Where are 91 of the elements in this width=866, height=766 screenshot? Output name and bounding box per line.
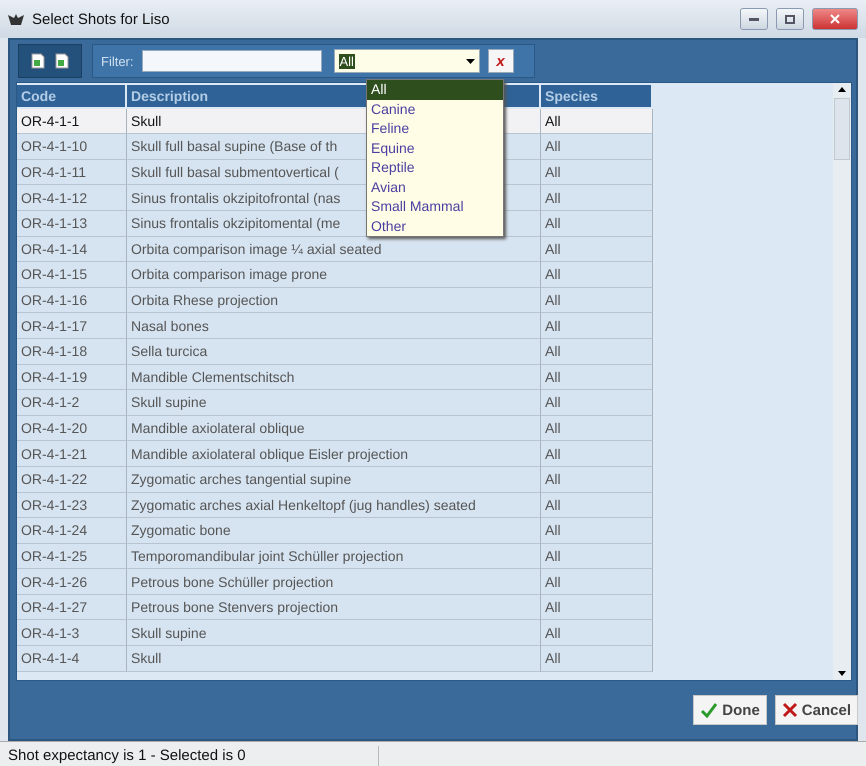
table-cell[interactable]: OR-4-1-2 (17, 390, 127, 416)
done-button[interactable]: Done (693, 695, 767, 725)
column-header[interactable]: Species (541, 85, 653, 107)
table-cell: Zygomatic arches axial Henkeltopf (jug handles) seated (127, 492, 541, 518)
table-cell: All (541, 441, 653, 467)
filter-field[interactable] (142, 50, 322, 72)
table-cell: Zygomatic bone (127, 518, 541, 544)
table-cell[interactable]: OR-4-1-23 (17, 492, 127, 518)
table-cell[interactable]: OR-4-1-10 (17, 134, 127, 160)
table-cell: All (541, 108, 653, 134)
table-cell[interactable]: OR-4-1-17 (17, 313, 127, 339)
table-cell: All (541, 594, 653, 620)
species-dropdown[interactable]: All (334, 49, 480, 73)
table-cell: All (541, 288, 653, 314)
dropdown-option[interactable]: All (367, 80, 503, 100)
table-cell: All (541, 236, 653, 262)
maximize-icon (785, 14, 795, 24)
table-cell: Orbita comparison image prone (127, 262, 541, 288)
cancel-button[interactable]: Cancel (774, 695, 858, 725)
table-cell: All (541, 518, 653, 544)
table-cell: All (541, 338, 653, 365)
table-cell: All (541, 313, 653, 339)
table-cell: All (541, 492, 653, 518)
table-cell[interactable]: OR-4-1-22 (17, 466, 127, 492)
dropdown-option[interactable]: Reptile (367, 158, 503, 178)
table-cell: Petrous bone Schüller projection (127, 569, 541, 595)
clear-filter-button[interactable]: x (488, 49, 514, 73)
table-cell: Skull supine (127, 390, 541, 416)
table-cell[interactable]: OR-4-1-16 (17, 288, 127, 314)
table-cell: Skull supine (127, 620, 541, 646)
table-cell[interactable]: OR-4-1-15 (17, 262, 127, 288)
filter-label: Filter: (101, 54, 134, 68)
table-cell: All (541, 620, 653, 646)
scroll-down-icon[interactable] (838, 671, 846, 676)
app-icon (8, 13, 24, 25)
table-cell[interactable]: OR-4-1-26 (17, 569, 127, 595)
table-cell: Mandible axiolateral oblique (127, 416, 541, 442)
table-cell[interactable]: OR-4-1-13 (17, 210, 127, 237)
table-cell[interactable]: OR-4-1-12 (17, 185, 127, 211)
table-cell[interactable]: OR-4-1-3 (17, 620, 127, 646)
table-cell: All (541, 134, 653, 160)
table-cell: Orbita comparison image ¼ axial seated (127, 236, 541, 262)
status-text: Shot expectancy is 1 - Selected is 0 (0, 746, 379, 766)
maximize-button[interactable] (776, 8, 804, 30)
table-cell: All (541, 416, 653, 442)
table-cell: Orbita Rhese projection (127, 288, 541, 314)
table-cell[interactable]: OR-4-1-25 (17, 544, 127, 570)
dropdown-option[interactable]: Equine (367, 138, 503, 158)
table-cell: All (541, 262, 653, 288)
table-cell[interactable]: OR-4-1-27 (17, 594, 127, 620)
caret-icon (466, 58, 474, 64)
table-cell: All (541, 185, 653, 211)
table-cell[interactable]: OR-4-1-21 (17, 441, 127, 467)
column-header[interactable]: Code (17, 85, 127, 107)
table-cell[interactable]: OR-4-1-14 (17, 236, 127, 262)
table-cell: All (541, 544, 653, 570)
table-cell[interactable]: OR-4-1-18 (17, 338, 127, 365)
close-button[interactable] (812, 8, 858, 30)
table-cell: Nasal bones (127, 313, 541, 339)
table-cell[interactable]: OR-4-1-11 (17, 160, 127, 186)
table-cell: Mandible axiolateral oblique Eisler projection (127, 441, 541, 467)
table-cell: Petrous bone Stenvers projection (127, 594, 541, 620)
document-icon[interactable] (55, 53, 69, 69)
table-cell[interactable]: OR-4-1-24 (17, 518, 127, 544)
table-cell: Mandible Clementschitsch (127, 364, 541, 390)
document-icon[interactable] (31, 53, 45, 69)
scroll-thumb[interactable] (834, 98, 850, 160)
table-cell: All (541, 390, 653, 416)
table-cell: All (541, 466, 653, 492)
dropdown-option[interactable]: Other (367, 216, 503, 236)
table-cell: Skull (127, 646, 541, 672)
table-cell: All (541, 364, 653, 390)
table-cell: All (541, 646, 653, 672)
table-cell: Sella turcica (127, 338, 541, 365)
scroll-up-icon[interactable] (838, 87, 846, 92)
minimize-button[interactable] (740, 8, 768, 30)
check-icon (700, 702, 718, 718)
table-cell: All (541, 569, 653, 595)
table-cell[interactable]: OR-4-1-1 (17, 108, 127, 134)
table-cell: All (541, 210, 653, 237)
table-cell: Temporomandibular joint Schüller projection (127, 544, 541, 570)
table-cell: All (541, 160, 653, 186)
scrollbar[interactable] (833, 83, 851, 680)
table-cell[interactable]: OR-4-1-20 (17, 416, 127, 442)
close-icon (782, 702, 798, 718)
close-icon (830, 14, 840, 24)
table-cell[interactable]: OR-4-1-4 (17, 646, 127, 672)
table-cell[interactable]: OR-4-1-19 (17, 364, 127, 390)
window-title: Select Shots for Liso (32, 10, 171, 28)
minimize-icon (749, 18, 759, 20)
table-cell: Zygomatic arches tangential supine (127, 466, 541, 492)
